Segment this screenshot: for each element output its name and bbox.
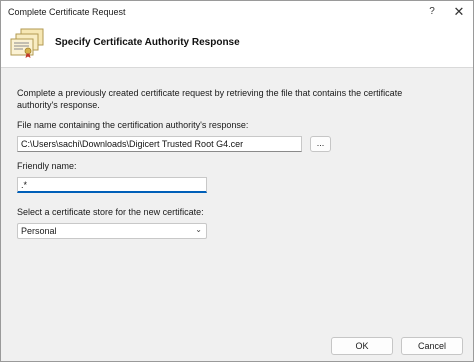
- ok-button[interactable]: OK: [331, 337, 393, 355]
- friendly-name-label: Friendly name:: [17, 161, 77, 171]
- file-name-label: File name containing the certification a…: [17, 120, 249, 130]
- certificate-stack-icon: [10, 28, 44, 58]
- dialog-header: Specify Certificate Authority Response: [1, 23, 473, 68]
- description-text: Complete a previously created certificat…: [17, 88, 403, 110]
- friendly-name-input[interactable]: [17, 177, 207, 193]
- window-title: Complete Certificate Request: [8, 7, 126, 17]
- dialog-window: Complete Certificate Request ? ✕ Specify…: [0, 0, 474, 362]
- help-button[interactable]: ?: [423, 3, 441, 21]
- chevron-down-icon: ⌄: [195, 225, 202, 234]
- certificate-store-select[interactable]: Personal ⌄: [17, 223, 207, 239]
- certificate-store-label: Select a certificate store for the new c…: [17, 207, 204, 217]
- file-name-input[interactable]: [17, 136, 302, 152]
- certificate-store-selected: Personal: [21, 226, 57, 236]
- header-title: Specify Certificate Authority Response: [55, 37, 240, 48]
- title-bar[interactable]: Complete Certificate Request ? ✕: [1, 1, 473, 23]
- browse-button[interactable]: ...: [310, 136, 331, 152]
- close-button[interactable]: ✕: [448, 3, 470, 21]
- cancel-button[interactable]: Cancel: [401, 337, 463, 355]
